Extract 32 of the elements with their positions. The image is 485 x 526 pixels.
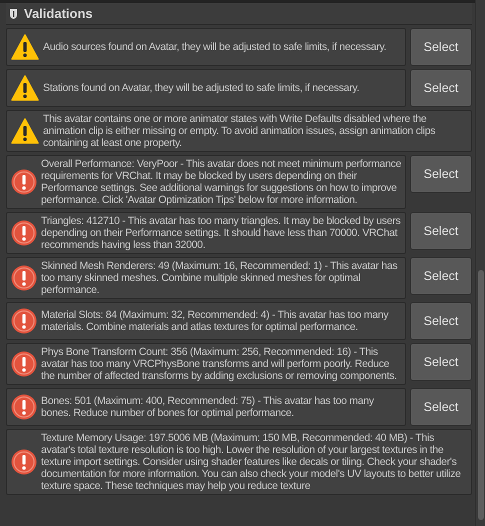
error-icon (11, 449, 37, 475)
scrollbar-thumb[interactable] (478, 270, 484, 520)
section-title: Validations (24, 4, 93, 23)
select-button[interactable]: Select (410, 343, 472, 381)
error-icon (11, 265, 37, 291)
error-icon (11, 220, 37, 246)
select-button[interactable]: Select (410, 69, 472, 107)
select-button[interactable]: Select (410, 302, 472, 340)
warning-icon (11, 34, 39, 60)
select-button[interactable]: Select (410, 212, 472, 250)
warning-icon (11, 118, 39, 144)
warning-icon (11, 75, 39, 101)
error-icon (11, 308, 37, 334)
message-text: Overall Performance: VeryPoor - This avatar does not meet minimum performance requirements for VRChat. It may be blocked by users depending on their Performance settings. See additional warnings for suggestions on how to improve performance. Click 'Avatar Optimization Tips' below for more information. (41, 158, 402, 206)
message-text: Skinned Mesh Renderers: 49 (Maximum: 16, Recommended: 1) - This avatar has too many skinned meshes. Combine multiple skinned meshes for optimal performance. (41, 260, 398, 296)
message-text: Phys Bone Transform Count: 356 (Maximum: 256, Recommended: 16) - This avatar has too many VRCPhysBone transforms and will perform poorly. Reduce the number of affected transforms by adding exclusions or removing components. (41, 346, 398, 382)
message-text: Stations found on Avatar, they will be adjusted to safe limits, if necessary. (43, 82, 360, 94)
error-icon (11, 394, 37, 420)
message-text: Bones: 501 (Maximum: 400, Recommended: 75) - This avatar has too many bones. Reduce number of bones for optimal performance. (41, 395, 375, 419)
message-text: Texture Memory Usage: 197.5006 MB (Maximum: 150 MB, Recommended: 40 MB) - This avatar's total texture resolution is too high. Lower the resolution of your largest textures in the texture import settings. Consider using shader features like decals or tiling. Check your shader's documentation for more information. You can also check your model's UV layouts to better utilize texture space. These techniques may help you reduce texture (41, 432, 462, 492)
error-icon (11, 169, 37, 195)
message-text: Triangles: 412710 - This avatar has too many triangles. It may be blocked by users depending on their Performance settings. It should have less than 70000. VRChat recommends having less than 32000. (41, 215, 402, 251)
message-text: Audio sources found on Avatar, they will be adjusted to safe limits, if necessary. (43, 41, 386, 53)
select-button[interactable]: Select (410, 28, 472, 66)
shield-icon (9, 8, 18, 18)
select-button[interactable]: Select (410, 257, 472, 295)
select-button[interactable]: Select (410, 155, 472, 193)
message-text: Material Slots: 84 (Maximum: 32, Recommended: 4) - This avatar has too many materials. Combine materials and atlas textures for optimal performance. (41, 309, 390, 333)
scrollbar[interactable] (475, 0, 485, 526)
select-button[interactable]: Select (410, 388, 472, 426)
error-icon (11, 351, 37, 377)
message-text: This avatar contains one or more animator states with Write Defaults disabled where the animation clip is either missing or empty. To avoid animation issues, assign animation clips containing at least one property. (43, 113, 436, 149)
